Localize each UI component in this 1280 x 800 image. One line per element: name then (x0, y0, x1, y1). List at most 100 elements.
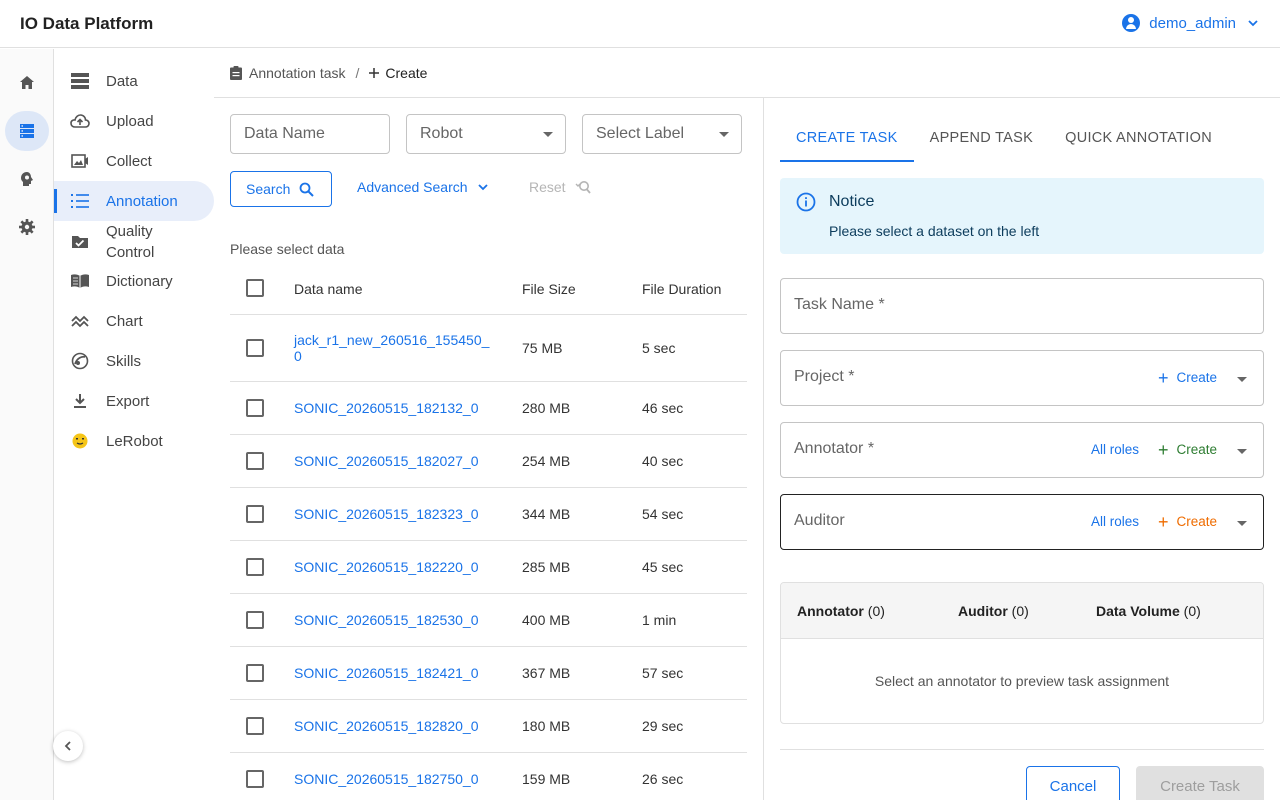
annotator-all-roles-link[interactable]: All roles (1091, 442, 1139, 457)
create-annotator-button[interactable]: + Create (1158, 441, 1217, 459)
data-name-link[interactable]: SONIC_20260515_182421_0 (294, 665, 494, 681)
advanced-search-button[interactable]: Advanced Search (357, 179, 489, 195)
sidebar-item-annotation[interactable]: Annotation (54, 181, 214, 221)
reset-button[interactable]: Reset (529, 179, 591, 195)
table-row[interactable]: SONIC_20260515_182530_0 400 MB 1 min (230, 594, 747, 647)
sidebar-item-label: Quality Control (106, 223, 155, 261)
data-name-link[interactable]: SONIC_20260515_182820_0 (294, 718, 494, 734)
rail-data-button[interactable] (5, 111, 49, 151)
header-data-name[interactable]: Data name (294, 281, 494, 297)
robot-select[interactable]: Robot (406, 114, 566, 154)
chart-icon (70, 311, 90, 331)
data-name-link[interactable]: SONIC_20260515_182132_0 (294, 400, 494, 416)
auditor-select[interactable]: Auditor All roles + Create (780, 494, 1264, 550)
search-icon (299, 182, 315, 197)
storage-icon (70, 71, 90, 91)
tab-quick-annotation[interactable]: QUICK ANNOTATION (1049, 114, 1228, 162)
home-icon (20, 76, 34, 89)
row-checkbox[interactable] (246, 717, 264, 735)
tab-create-task[interactable]: CREATE TASK (780, 114, 914, 162)
data-name-link[interactable]: jack_r1_new_260516_155450_0 (294, 332, 494, 364)
dropdown-arrow-icon (543, 132, 553, 137)
collapse-sidebar-button[interactable] (53, 731, 83, 761)
plus-icon: + (1157, 367, 1169, 388)
create-auditor-button[interactable]: + Create (1158, 513, 1217, 531)
data-name-link[interactable]: SONIC_20260515_182220_0 (294, 559, 494, 575)
data-name-link[interactable]: SONIC_20260515_182530_0 (294, 612, 494, 628)
preview-header: Annotator (0) Auditor (0) Data Volume (0… (781, 583, 1263, 639)
row-checkbox[interactable] (246, 399, 264, 417)
row-checkbox[interactable] (246, 558, 264, 576)
sidebar-item-data[interactable]: Data (54, 61, 214, 101)
database-icon (20, 124, 34, 138)
label-select[interactable]: Select Label (582, 114, 742, 154)
skills-icon (70, 351, 90, 371)
sidebar-item-skills[interactable]: Skills (54, 341, 214, 381)
cloud-upload-icon (70, 111, 90, 131)
table-row[interactable]: SONIC_20260515_182220_0 285 MB 45 sec (230, 541, 747, 594)
table-row[interactable]: SONIC_20260515_182750_0 159 MB 26 sec (230, 753, 747, 800)
checkbox-folder-icon (70, 232, 90, 252)
project-select[interactable]: Project * + Create (780, 350, 1264, 406)
sidebar-item-lerobot[interactable]: LeRobot (54, 421, 214, 461)
table-row[interactable]: SONIC_20260515_182820_0 180 MB 29 sec (230, 700, 747, 753)
table-header: Data name File Size File Duration (230, 263, 747, 315)
data-name-link[interactable]: SONIC_20260515_182027_0 (294, 453, 494, 469)
create-label: Create (1176, 514, 1217, 529)
breadcrumb: Annotation task / Create (214, 49, 1280, 98)
rail-home-button[interactable] (5, 63, 49, 103)
table-row[interactable]: SONIC_20260515_182132_0 280 MB 46 sec (230, 382, 747, 435)
table-row[interactable]: jack_r1_new_260516_155450_0 75 MB 5 sec (230, 315, 747, 382)
sidebar-item-dictionary[interactable]: Dictionary (54, 261, 214, 301)
rail-settings-button[interactable] (5, 207, 49, 247)
sidebar-item-label: Chart (106, 312, 143, 330)
table-row[interactable]: SONIC_20260515_182027_0 254 MB 40 sec (230, 435, 747, 488)
data-name-placeholder: Data Name (244, 125, 325, 142)
preview-annotator-col: Annotator (0) (797, 603, 885, 619)
row-checkbox[interactable] (246, 339, 264, 357)
data-name-link[interactable]: SONIC_20260515_182750_0 (294, 771, 494, 787)
sidebar-item-chart[interactable]: Chart (54, 301, 214, 341)
create-project-button[interactable]: + Create (1157, 367, 1217, 388)
row-checkbox[interactable] (246, 770, 264, 788)
table-row[interactable]: SONIC_20260515_182323_0 344 MB 54 sec (230, 488, 747, 541)
data-name-link[interactable]: SONIC_20260515_182323_0 (294, 506, 494, 522)
create-task-button[interactable]: Create Task (1136, 766, 1264, 800)
file-size: 344 MB (522, 506, 571, 522)
table-row[interactable]: SONIC_20260515_182421_0 367 MB 57 sec (230, 647, 747, 700)
dropdown-arrow-icon (1237, 377, 1247, 382)
file-duration: 54 sec (642, 506, 684, 522)
sidebar-item-collect[interactable]: Collect (54, 141, 214, 181)
sidebar-item-export[interactable]: Export (54, 381, 214, 421)
row-checkbox[interactable] (246, 611, 264, 629)
rail-ai-button[interactable] (5, 159, 49, 199)
task-name-input[interactable]: Task Name * (780, 278, 1264, 334)
task-name-placeholder: Task Name * (794, 296, 885, 313)
search-button[interactable]: Search (230, 171, 332, 207)
emoji-icon (70, 431, 90, 451)
auditor-all-roles-link[interactable]: All roles (1091, 514, 1139, 529)
sidebar-item-upload[interactable]: Upload (54, 101, 214, 141)
annotator-select[interactable]: Annotator * All roles + Create (780, 422, 1264, 478)
tab-append-task[interactable]: APPEND TASK (914, 114, 1050, 162)
file-duration: 26 sec (642, 771, 684, 787)
header-file-size[interactable]: File Size (522, 281, 576, 297)
advanced-search-label: Advanced Search (357, 179, 468, 195)
data-name-input[interactable]: Data Name (230, 114, 390, 154)
sidebar-item-quality-control[interactable]: Quality Control (54, 221, 214, 263)
cancel-button[interactable]: Cancel (1026, 766, 1120, 800)
auditor-placeholder: Auditor (794, 512, 845, 529)
sidebar-item-label: LeRobot (106, 432, 163, 450)
file-duration: 1 min (642, 612, 677, 628)
header-file-duration[interactable]: File Duration (642, 281, 721, 297)
row-checkbox[interactable] (246, 664, 264, 682)
file-duration: 57 sec (642, 665, 684, 681)
file-size: 400 MB (522, 612, 571, 628)
row-checkbox[interactable] (246, 452, 264, 470)
select-all-checkbox[interactable] (246, 279, 264, 297)
row-checkbox[interactable] (246, 505, 264, 523)
icon-rail (0, 49, 54, 800)
user-menu[interactable]: demo_admin (1122, 14, 1260, 32)
plus-icon (369, 68, 380, 78)
breadcrumb-parent[interactable]: Annotation task (249, 65, 346, 81)
